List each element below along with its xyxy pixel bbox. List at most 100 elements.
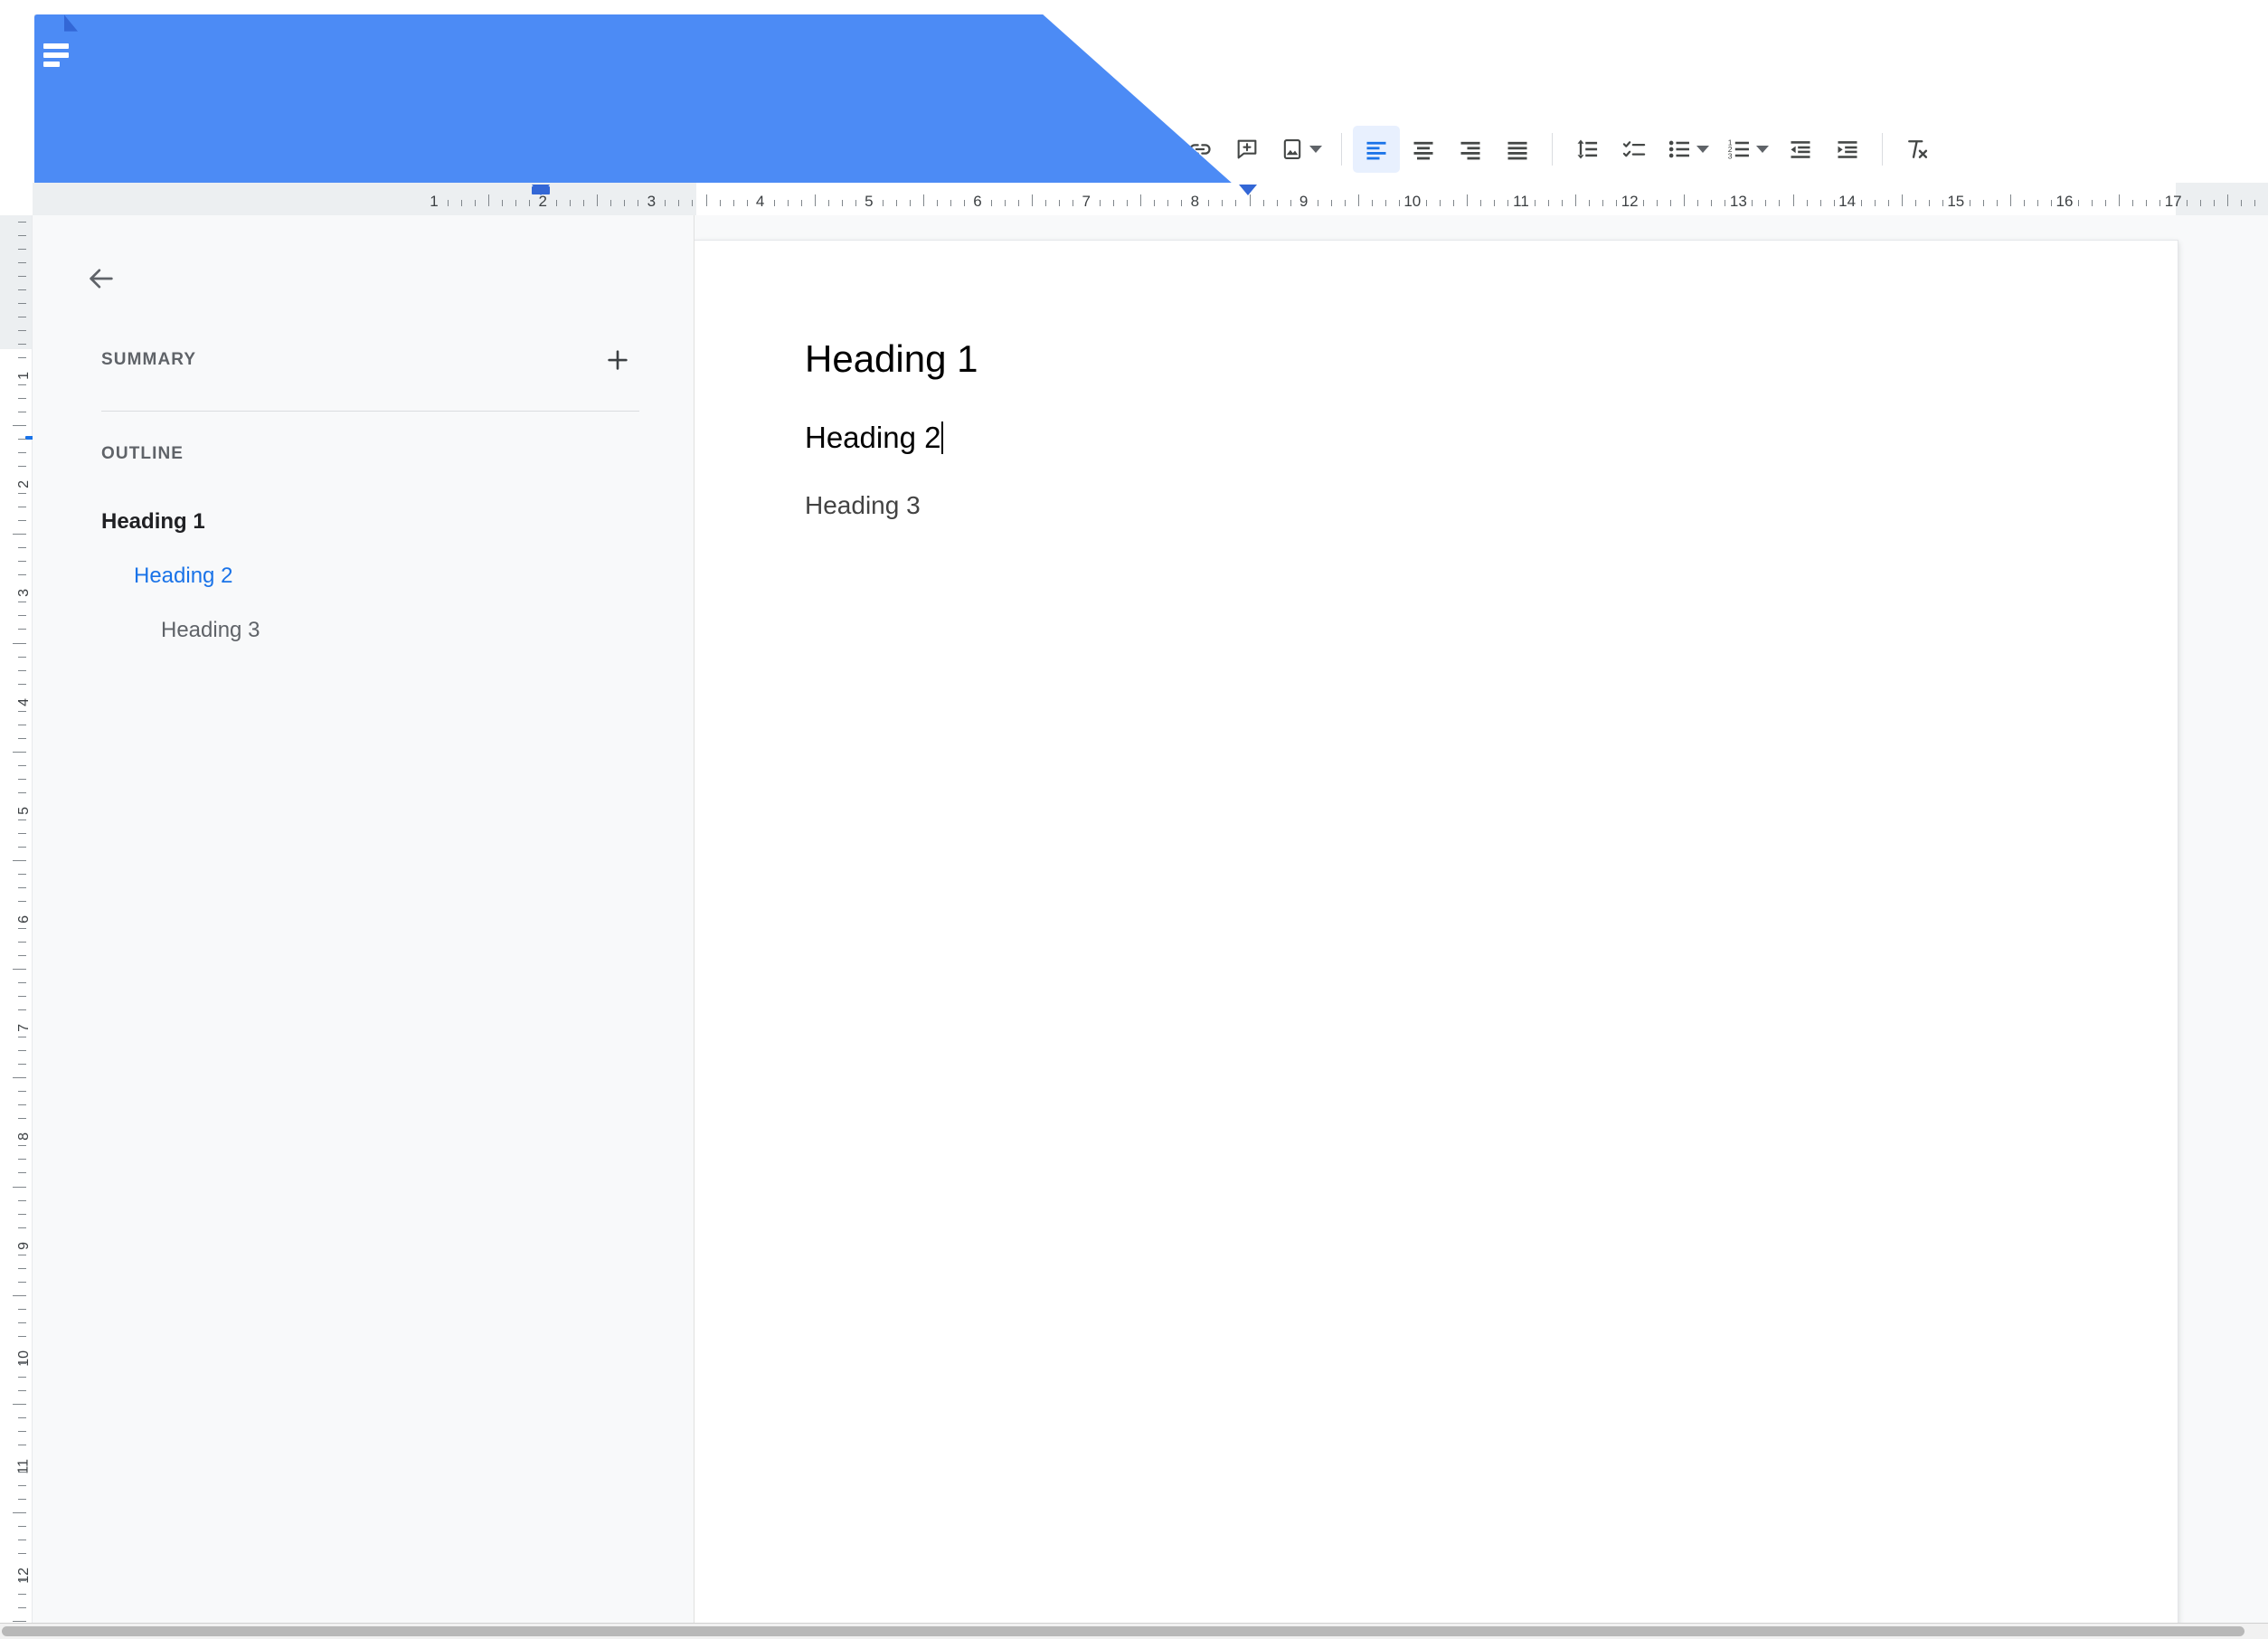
- align-right-icon[interactable]: [1447, 126, 1494, 173]
- back-arrow-icon[interactable]: [76, 253, 127, 304]
- right-indent-marker[interactable]: [1239, 185, 1257, 195]
- vertical-ruler-tick: [18, 520, 26, 521]
- vertical-ruler-number: 1: [16, 372, 33, 380]
- document-page[interactable]: Heading 1 Heading 2 Heading 3: [695, 241, 2178, 1623]
- plus-icon[interactable]: [596, 338, 639, 382]
- vertical-ruler-tick: [18, 1322, 26, 1323]
- vertical-ruler-tick: [18, 887, 26, 888]
- align-left-icon[interactable]: [1353, 126, 1400, 173]
- vertical-ruler-tick: [18, 289, 26, 290]
- vertical-ruler-tick: [18, 711, 26, 712]
- vertical-ruler-tick: [18, 1526, 26, 1527]
- ruler-tick: [1426, 200, 1427, 206]
- ruler-number: 2: [538, 193, 546, 211]
- document-heading-1[interactable]: Heading 1: [805, 335, 2178, 384]
- increase-indent-icon[interactable]: [1824, 126, 1871, 173]
- ruler-tick: [774, 200, 775, 206]
- outline-item-heading-2[interactable]: Heading 2: [134, 549, 694, 603]
- ruler-number: 6: [973, 193, 981, 211]
- document-body[interactable]: Heading 1 Heading 2 Heading 3: [695, 241, 2178, 523]
- document-heading-3[interactable]: Heading 3: [805, 488, 2178, 523]
- text-cursor: [941, 422, 943, 454]
- vertical-ruler-tick: [18, 1064, 26, 1065]
- add-comment-icon[interactable]: [1224, 126, 1271, 173]
- vertical-ruler-number: 12: [16, 1568, 33, 1584]
- ruler-tick: [1113, 200, 1114, 206]
- bulleted-list-icon[interactable]: [1658, 126, 1717, 173]
- vertical-ruler-tick: [18, 629, 26, 630]
- vertical-ruler-tick: [18, 670, 26, 671]
- vertical-ruler-tick: [18, 547, 26, 548]
- vertical-ruler-tick: [18, 276, 26, 277]
- numbered-list-icon[interactable]: 1 2 3: [1717, 126, 1777, 173]
- ruler-tick: [556, 200, 557, 206]
- vertical-ruler-tick: [18, 1472, 26, 1473]
- vertical-ruler-tick: [18, 996, 26, 997]
- ruler-tick: [2024, 200, 2025, 206]
- vertical-ruler-tick: [18, 1159, 26, 1160]
- vertical-ruler-tick: [18, 1431, 26, 1432]
- align-justify-icon[interactable]: [1494, 126, 1541, 173]
- horizontal-scrollbar-thumb[interactable]: [2, 1626, 2244, 1636]
- horizontal-ruler-track[interactable]: 1234567891011121314151617: [33, 183, 2268, 215]
- vertical-ruler-tick: [18, 1309, 26, 1310]
- ruler-number: 5: [865, 193, 873, 211]
- ruler-tick: [1059, 200, 1060, 206]
- ruler-tick: [1820, 200, 1821, 206]
- ruler-tick: [1222, 200, 1223, 206]
- clear-formatting-icon[interactable]: [1894, 126, 1941, 173]
- checklist-icon[interactable]: [1611, 126, 1658, 173]
- ruler-tick: [475, 200, 476, 206]
- ruler-tick: [1997, 200, 1998, 206]
- vertical-ruler-tick: [18, 398, 26, 399]
- ruler-tick: [1657, 200, 1658, 206]
- ruler-tick: [1372, 200, 1373, 206]
- vertical-ruler-tick: [13, 534, 26, 535]
- ruler-tick: [2187, 200, 2188, 206]
- horizontal-scrollbar[interactable]: [0, 1623, 2268, 1639]
- vertical-ruler-tick: [13, 1077, 26, 1078]
- chevron-down-icon: [1309, 146, 1322, 153]
- ruler-tick: [1127, 200, 1128, 206]
- vertical-ruler-tick: [18, 561, 26, 562]
- ruler-tick: [1888, 200, 1889, 206]
- vertical-ruler-tick: [18, 1594, 26, 1595]
- vertical-ruler-tick: [18, 684, 26, 685]
- ruler-number: 9: [1299, 193, 1308, 211]
- ruler-tick: [2119, 194, 2120, 206]
- title-bar: Untitled document File: [0, 0, 2268, 116]
- decrease-indent-icon[interactable]: [1777, 126, 1824, 173]
- line-spacing-icon[interactable]: [1564, 126, 1611, 173]
- vertical-ruler-number: 3: [16, 589, 33, 597]
- vertical-ruler-tick: [18, 1214, 26, 1215]
- ruler-tick: [1250, 194, 1251, 206]
- ruler-tick: [1765, 200, 1766, 206]
- document-outline-sidebar: SUMMARY OUTLINE Heading 1 Heading 2 Head…: [33, 215, 695, 1623]
- vertical-ruler-number: 8: [16, 1132, 33, 1141]
- vertical-ruler-tick: [13, 643, 26, 644]
- vertical-ruler-tick: [18, 262, 26, 263]
- align-center-icon[interactable]: [1400, 126, 1447, 173]
- ruler-tick: [1277, 200, 1278, 206]
- outline-item-heading-3[interactable]: Heading 3: [161, 603, 694, 658]
- vertical-ruler-tick: [18, 1553, 26, 1554]
- ruler-tick: [828, 200, 829, 206]
- document-heading-2-wrap[interactable]: Heading 2: [805, 418, 943, 458]
- horizontal-ruler[interactable]: 1234567891011121314151617: [0, 183, 2268, 215]
- document-heading-2[interactable]: Heading 2: [805, 421, 940, 454]
- vertical-ruler[interactable]: 123456789101112: [0, 215, 33, 1623]
- google-docs-icon[interactable]: [34, 14, 78, 71]
- vertical-ruler-tick: [18, 792, 26, 793]
- ruler-tick: [910, 200, 911, 206]
- vertical-ruler-tick: [18, 928, 26, 929]
- ruler-tick: [1167, 200, 1168, 206]
- document-canvas[interactable]: Heading 1 Heading 2 Heading 3: [695, 215, 2268, 1623]
- ruler-tick: [964, 200, 965, 206]
- insert-image-icon[interactable]: [1271, 126, 1330, 173]
- ruler-tick: [1779, 200, 1780, 206]
- vertical-ruler-tick: [18, 1200, 26, 1201]
- outline-list: Heading 1 Heading 2 Heading 3: [33, 495, 694, 658]
- outline-item-heading-1[interactable]: Heading 1: [101, 495, 694, 549]
- ruler-tick: [2254, 200, 2255, 206]
- ruler-tick: [678, 200, 679, 206]
